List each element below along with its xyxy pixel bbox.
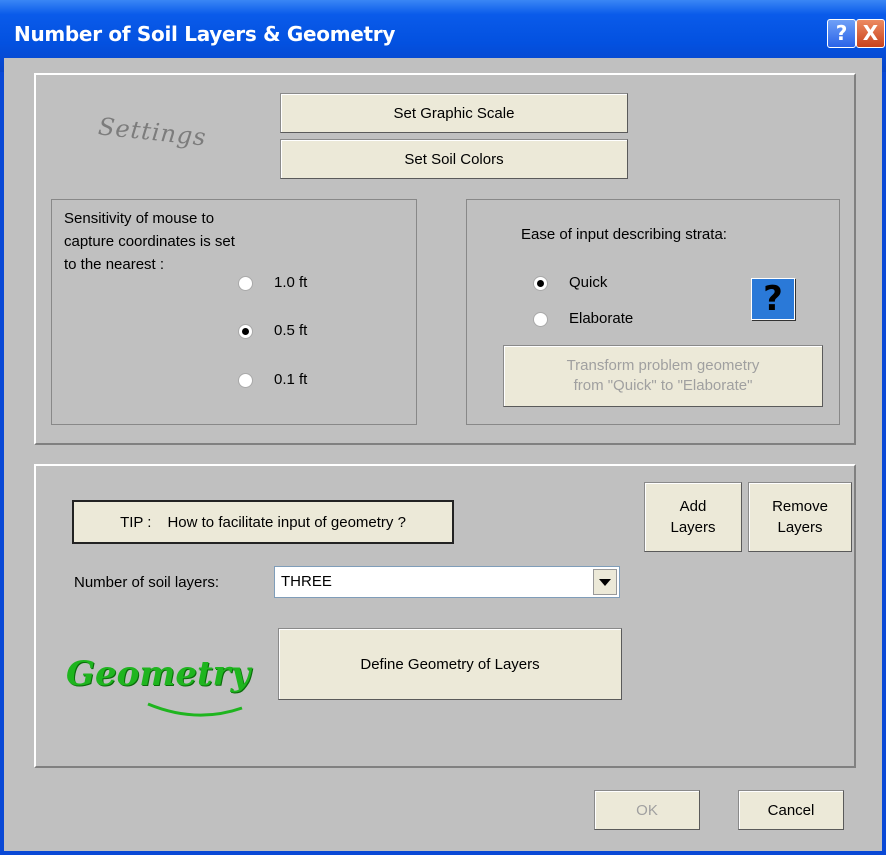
add-line2: Layers [670, 519, 716, 536]
window-title: Number of Soil Layers & Geometry [14, 22, 396, 46]
title-close-button[interactable]: X [856, 19, 885, 48]
geometry-group: TIP : How to facilitate input of geometr… [34, 464, 856, 768]
sensitivity-option-label: 0.5 ft [274, 322, 308, 339]
transform-line1: Transform problem geometry [566, 357, 760, 374]
dropdown-arrow-icon[interactable] [593, 569, 617, 595]
sensitivity-label-line1: Sensitivity of mouse to [64, 210, 215, 227]
cancel-button[interactable]: Cancel [738, 790, 844, 830]
define-geometry-button[interactable]: Define Geometry of Layers [278, 628, 622, 700]
title-help-button[interactable]: ? [827, 19, 856, 48]
sensitivity-label-line3: to the nearest : [64, 256, 165, 273]
set-graphic-scale-button[interactable]: Set Graphic Scale [280, 93, 628, 133]
dialog-window: Number of Soil Layers & Geometry ? X Set… [0, 0, 886, 855]
remove-layers-button[interactable]: Remove Layers [748, 482, 852, 552]
geometry-logo: Geometry [66, 654, 251, 694]
ease-of-input-label: Ease of input describing strata: [521, 226, 727, 243]
sensitivity-label-line2: capture coordinates is set [64, 233, 235, 250]
set-soil-colors-button[interactable]: Set Soil Colors [280, 139, 628, 179]
ok-button[interactable]: OK [594, 790, 700, 830]
remove-line1: Remove [772, 498, 828, 515]
sensitivity-panel: Sensitivity of mouse to capture coordina… [51, 199, 417, 425]
add-layers-button[interactable]: Add Layers [644, 482, 742, 552]
sensitivity-option-label: 0.1 ft [274, 371, 308, 388]
tip-button[interactable]: TIP : How to facilitate input of geometr… [72, 500, 454, 544]
add-line1: Add [679, 498, 707, 515]
ease-option-label: Elaborate [569, 310, 634, 327]
sensitivity-radio-01ft[interactable] [238, 373, 253, 388]
transform-line2: from "Quick" to "Elaborate" [573, 377, 753, 394]
ease-of-input-panel: Ease of input describing strata: Quick E… [466, 199, 840, 425]
tip-text: How to facilitate input of geometry ? [167, 513, 406, 531]
sensitivity-option-label: 1.0 ft [274, 274, 308, 291]
ease-radio-elaborate[interactable] [533, 312, 548, 327]
tip-label: TIP : [120, 513, 152, 531]
sensitivity-radio-1ft[interactable] [238, 276, 253, 291]
geometry-logo-swash [147, 702, 243, 717]
remove-line2: Layers [777, 519, 823, 536]
ease-radio-quick[interactable] [533, 276, 548, 291]
ease-option-label: Quick [569, 274, 608, 291]
num-layers-label: Number of soil layers: [74, 574, 220, 591]
settings-logo: Settings [96, 112, 208, 152]
sensitivity-radio-05ft[interactable] [238, 324, 253, 339]
transform-geometry-button[interactable]: Transform problem geometry from "Quick" … [503, 345, 823, 407]
dialog-client-area: Settings Set Graphic Scale Set Soil Colo… [4, 58, 882, 851]
question-help-icon[interactable]: ? [751, 278, 795, 320]
num-layers-select[interactable]: THREE [274, 566, 620, 598]
num-layers-value: THREE [281, 573, 332, 590]
settings-group: Settings Set Graphic Scale Set Soil Colo… [34, 73, 856, 445]
